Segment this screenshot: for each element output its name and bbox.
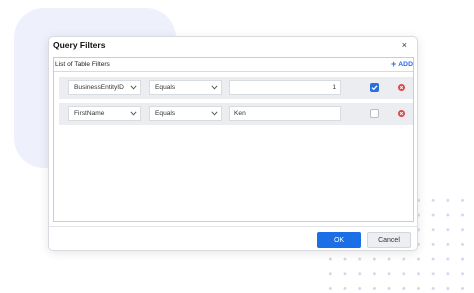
operator-select-value: Equals <box>155 84 176 91</box>
field-select[interactable]: FirstName <box>68 106 141 121</box>
plus-icon: + <box>391 59 397 69</box>
operator-select-value: Equals <box>155 110 176 117</box>
dialog-header: Query Filters × <box>49 37 417 55</box>
field-select[interactable]: BusinessEntityID <box>68 80 141 95</box>
add-filter-button[interactable]: + ADD <box>391 59 413 69</box>
add-label: ADD <box>398 60 413 68</box>
close-icon[interactable]: × <box>402 40 407 50</box>
field-select-value: BusinessEntityID <box>74 84 124 91</box>
chevron-down-icon <box>211 111 218 116</box>
field-select-value: FirstName <box>74 110 105 117</box>
value-input[interactable]: 1 <box>229 80 341 95</box>
value-input-text: 1 <box>332 84 336 91</box>
checkmark-icon <box>371 85 378 91</box>
panel-title: List of Table Filters <box>55 61 110 68</box>
operator-select[interactable]: Equals <box>149 80 222 95</box>
cancel-button[interactable]: Cancel <box>367 232 411 248</box>
chevron-down-icon <box>130 111 137 116</box>
filter-row: FirstName Equals Ken <box>59 103 413 125</box>
close-icon <box>399 85 404 90</box>
chevron-down-icon <box>211 85 218 90</box>
remove-filter-icon[interactable] <box>398 84 405 91</box>
filter-row: BusinessEntityID Equals 1 <box>59 77 413 99</box>
panel-divider <box>54 71 413 72</box>
ok-button[interactable]: OK <box>317 232 361 248</box>
chevron-down-icon <box>130 85 137 90</box>
remove-filter-icon[interactable] <box>398 110 405 117</box>
value-input[interactable]: Ken <box>229 106 341 121</box>
filter-enabled-checkbox[interactable] <box>370 83 379 92</box>
filters-panel: List of Table Filters + ADD BusinessEnti… <box>53 57 414 222</box>
dialog-title: Query Filters <box>53 40 106 50</box>
query-filters-dialog: Query Filters × List of Table Filters + … <box>48 36 418 251</box>
value-input-text: Ken <box>234 110 246 117</box>
footer-divider <box>49 226 417 227</box>
operator-select[interactable]: Equals <box>149 106 222 121</box>
filter-enabled-checkbox[interactable] <box>370 109 379 118</box>
close-icon <box>399 111 404 116</box>
